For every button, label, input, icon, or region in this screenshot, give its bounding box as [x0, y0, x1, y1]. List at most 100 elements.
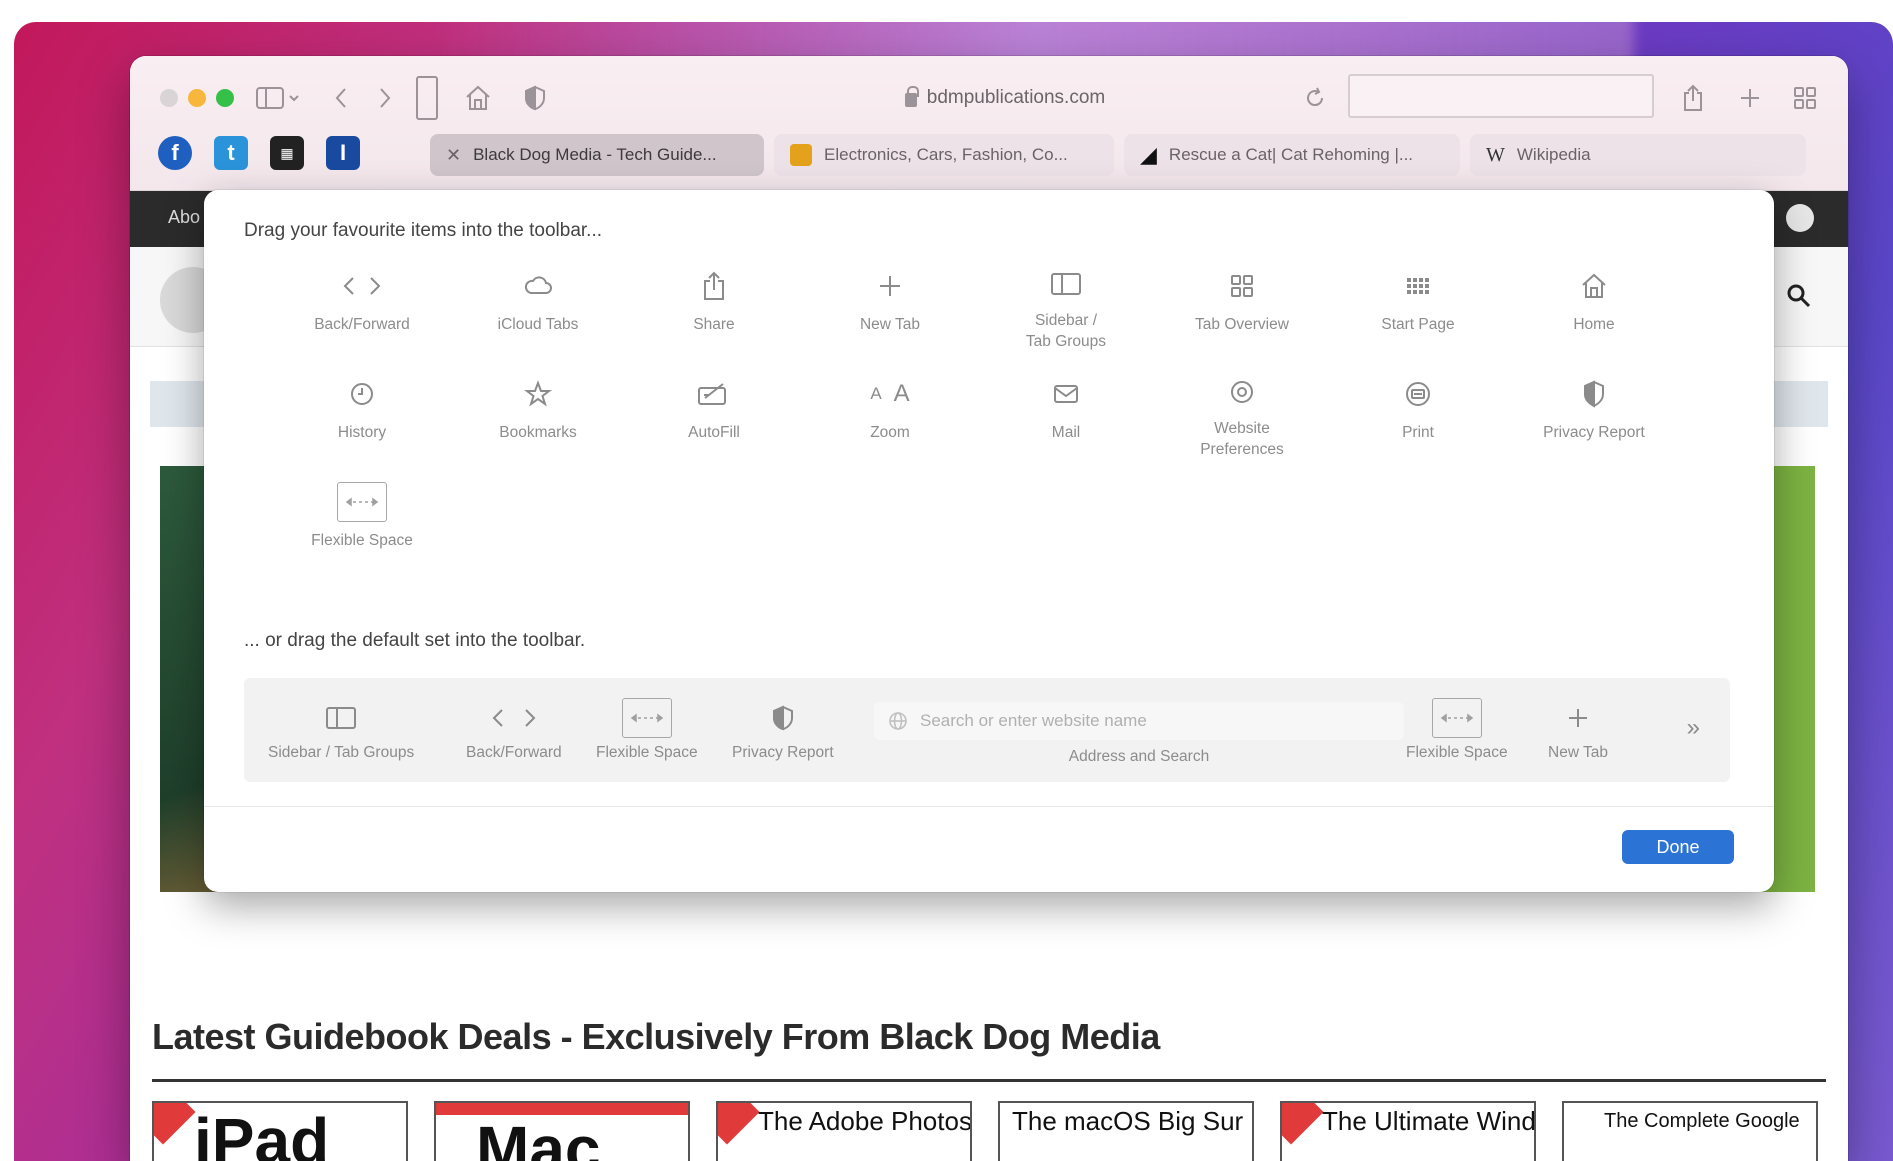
item-website-preferences[interactable]: Website Preferences: [1154, 374, 1330, 460]
gear-icon: [1228, 374, 1256, 410]
item-share[interactable]: Share: [626, 266, 802, 352]
star-icon: [524, 374, 552, 414]
item-privacy-report[interactable]: Privacy Report: [1506, 374, 1682, 460]
traffic-lights: [160, 89, 234, 107]
item-bookmarks[interactable]: Bookmarks: [450, 374, 626, 460]
lock-icon: [904, 86, 919, 107]
forward-icon[interactable]: [370, 82, 400, 114]
done-button[interactable]: Done: [1622, 830, 1734, 864]
deals-heading: Latest Guidebook Deals - Exclusively Fro…: [152, 1016, 1160, 1057]
toolbar-drop-placeholder: [1348, 74, 1654, 118]
url-text: bdmpublications.com: [926, 87, 1106, 108]
address-placeholder: Search or enter website name: [920, 711, 1147, 730]
sheet-instruction-default: ... or drag the default set into the too…: [244, 630, 586, 651]
flexible-space-icon: [621, 698, 672, 738]
guidebook-cover-google[interactable]: The Complete Google: [1562, 1101, 1818, 1161]
item-start-page[interactable]: Start Page: [1330, 266, 1506, 352]
user-account-icon[interactable]: [1786, 204, 1814, 232]
default-sidebar: Sidebar / Tab Groups: [268, 698, 414, 762]
new-badge: [1282, 1103, 1324, 1145]
back-forward-icon: [491, 698, 537, 738]
toolbar: bdmpublications.com f t ▦ I ✕ Black Dog …: [130, 56, 1848, 191]
plus-icon: [878, 266, 902, 306]
guidebook-cover-macos[interactable]: The macOS Big Sur: [998, 1101, 1254, 1161]
minimize-window-button[interactable]: [188, 89, 206, 107]
back-forward-icon: [342, 266, 382, 306]
guidebook-cover-mac[interactable]: Mac: [434, 1101, 690, 1161]
flexible-space-icon: [1431, 698, 1482, 738]
item-autofill[interactable]: AutoFill: [626, 374, 802, 460]
item-print[interactable]: Print: [1330, 374, 1506, 460]
sheet-instruction: Drag your favourite items into the toolb…: [244, 220, 603, 241]
autofill-icon: [697, 374, 731, 414]
nav-link-about[interactable]: Abo: [168, 207, 200, 228]
default-new-tab: New Tab: [1548, 698, 1608, 762]
tab-label: Rescue a Cat| Cat Rehoming |...: [1168, 145, 1414, 164]
sidebar-icon: [1050, 266, 1082, 302]
item-flexible-space[interactable]: Flexible Space: [274, 482, 450, 568]
share-icon[interactable]: [1678, 82, 1708, 114]
tab-rescue-a-cat[interactable]: ◢ Rescue a Cat| Cat Rehoming |...: [1124, 134, 1460, 176]
new-badge: [154, 1103, 196, 1145]
item-sidebar-tab-groups[interactable]: Sidebar / Tab Groups: [978, 266, 1154, 352]
sidebar-toggle-icon[interactable]: [250, 82, 306, 114]
guidebook-cover-photoshop[interactable]: The Adobe Photoshop: [716, 1101, 972, 1161]
sidebar-icon: [325, 698, 357, 738]
tab-wikipedia[interactable]: W Wikipedia: [1470, 134, 1806, 176]
divider: [152, 1079, 1826, 1082]
item-back-forward[interactable]: Back/Forward: [274, 266, 450, 352]
item-zoom[interactable]: A A Zoom: [802, 374, 978, 460]
clock-icon: [349, 374, 375, 414]
item-home[interactable]: Home: [1506, 266, 1682, 352]
reload-icon[interactable]: [1300, 82, 1330, 114]
cat-silhouette-icon: ◢: [1140, 142, 1157, 167]
item-mail[interactable]: Mail: [978, 374, 1154, 460]
twitter-icon[interactable]: t: [214, 136, 248, 170]
toolbar-items-grid: Back/Forward iCloud Tabs Share New Tab S…: [274, 266, 1694, 568]
item-icloud-tabs[interactable]: iCloud Tabs: [450, 266, 626, 352]
search-icon[interactable]: [1786, 283, 1812, 309]
customize-toolbar-sheet: Drag your favourite items into the toolb…: [204, 190, 1774, 892]
address-search-label: Address and Search: [1068, 748, 1210, 765]
grid-dots-icon: [1405, 266, 1431, 306]
tab-black-dog-media[interactable]: ✕ Black Dog Media - Tech Guide...: [430, 134, 764, 176]
tab-label: Electronics, Cars, Fashion, Co...: [824, 145, 1068, 164]
safari-window: bdmpublications.com f t ▦ I ✕ Black Dog …: [130, 56, 1848, 1161]
item-history[interactable]: History: [274, 374, 450, 460]
item-new-tab[interactable]: New Tab: [802, 266, 978, 352]
guidebook-cover-windows[interactable]: The Ultimate Windows 10: [1280, 1101, 1536, 1161]
tab-overview-icon[interactable]: [1790, 82, 1820, 114]
tab-label: Black Dog Media - Tech Guide...: [473, 145, 717, 164]
default-flexible-space-2: Flexible Space: [1406, 698, 1508, 762]
flexible-space-placeholder: [414, 76, 440, 120]
default-privacy-report: Privacy Report: [732, 698, 834, 762]
new-badge: [718, 1103, 760, 1145]
close-window-button[interactable]: [160, 89, 178, 107]
cloud-icon: [523, 266, 553, 306]
overflow-chevron-icon: »: [1686, 714, 1700, 741]
default-back-forward: Back/Forward: [466, 698, 562, 762]
tab-bar: ✕ Black Dog Media - Tech Guide... Electr…: [430, 134, 1818, 176]
shield-icon: [1582, 374, 1606, 414]
zoom-text-icon: A A: [870, 380, 910, 407]
globe-icon: [889, 712, 907, 730]
close-tab-icon[interactable]: ✕: [446, 145, 461, 166]
default-toolbar-set[interactable]: Sidebar / Tab Groups Back/Forward Flexib…: [244, 678, 1730, 782]
item-tab-overview[interactable]: Tab Overview: [1154, 266, 1330, 352]
flexible-space-icon: [337, 482, 387, 522]
tab-electronics[interactable]: Electronics, Cars, Fashion, Co...: [774, 134, 1114, 176]
new-tab-icon[interactable]: [1735, 82, 1765, 114]
default-flexible-space: Flexible Space: [596, 698, 698, 762]
tab-overview-icon: [1229, 266, 1255, 306]
back-icon[interactable]: [326, 82, 356, 114]
printer-icon: [1404, 374, 1432, 414]
facebook-icon[interactable]: f: [158, 136, 192, 170]
tab-label: Wikipedia: [1516, 145, 1591, 164]
info-icon[interactable]: I: [326, 136, 360, 170]
wikipedia-icon: W: [1486, 143, 1505, 166]
guidebook-list: iPad Mac The Adobe Photoshop The macOS B…: [152, 1101, 1818, 1161]
favourites-bar: f t ▦ I: [158, 136, 360, 170]
maximize-window-button[interactable]: [216, 89, 234, 107]
guidebook-cover-ipad[interactable]: iPad: [152, 1101, 408, 1161]
bdm-icon[interactable]: ▦: [270, 136, 304, 170]
